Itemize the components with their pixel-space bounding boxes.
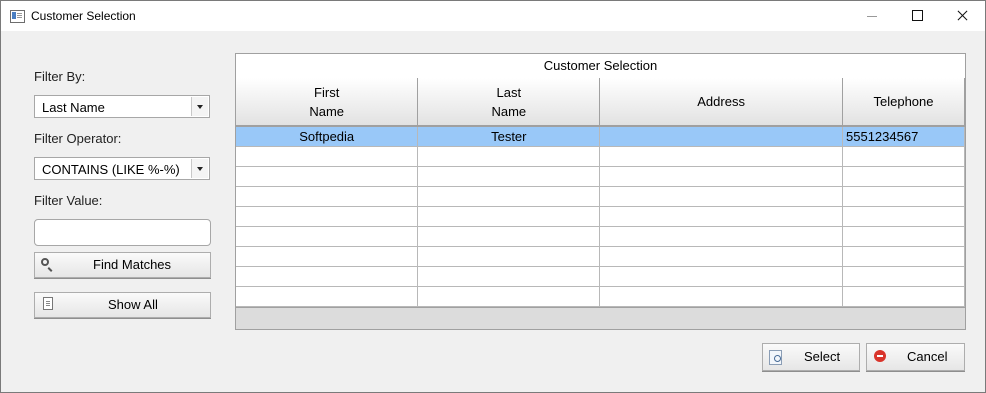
empty-cell [417,146,601,167]
find-matches-label: Find Matches [93,257,172,272]
show-all-button[interactable]: Show All [34,292,211,318]
first-name-header-line2: Name [309,103,345,119]
empty-cell [236,286,419,307]
column-header-address[interactable]: Address [599,78,844,127]
empty-row[interactable] [236,166,965,187]
last-name-header-line2: Name [491,103,527,119]
empty-cell [842,226,965,247]
table-row[interactable]: Softpedia Tester 5551234567 [236,126,965,147]
empty-cell [842,146,965,167]
empty-cell [842,206,965,227]
empty-cell [599,286,844,307]
filter-by-value: Last Name [42,100,105,115]
empty-row[interactable] [236,146,965,167]
cell-last-name: Tester [417,126,601,147]
customer-selection-window: Customer Selection Filter By: Last Name … [0,0,986,393]
cell-telephone: 5551234567 [842,126,965,147]
maximize-button[interactable] [894,1,940,31]
filter-value-label: Filter Value: [34,193,103,208]
empty-row[interactable] [236,286,965,307]
select-button[interactable]: Select [762,343,860,371]
first-name-header-line1: First [314,84,340,100]
empty-cell [236,166,419,187]
empty-cell [842,266,965,287]
empty-row[interactable] [236,246,965,267]
empty-cell [236,246,419,267]
customer-table: First Name Last Name Address Telephone S… [236,78,965,307]
filter-by-label: Filter By: [34,69,86,84]
grid-footer-bar [236,307,965,329]
empty-cell [417,266,601,287]
customer-grid: Customer Selection First Name Last Name … [235,53,966,330]
empty-cell [417,226,601,247]
select-label: Select [804,349,841,364]
chevron-down-icon[interactable] [191,97,208,116]
filter-operator-label: Filter Operator: [34,131,122,146]
empty-cell [236,226,419,247]
cancel-button[interactable]: Cancel [866,343,965,371]
empty-row[interactable] [236,206,965,227]
empty-cell [842,186,965,207]
cancel-icon [874,350,886,362]
minimize-button[interactable] [849,1,895,31]
empty-cell [842,246,965,267]
close-button[interactable] [940,1,986,31]
empty-cell [417,186,601,207]
filter-by-select[interactable]: Last Name [34,95,210,118]
empty-cell [417,166,601,187]
empty-row[interactable] [236,186,965,207]
empty-cell [599,146,844,167]
empty-cell [417,206,601,227]
cell-first-name: Softpedia [236,126,419,147]
empty-row[interactable] [236,266,965,287]
app-window-icon [10,10,25,23]
empty-cell [599,166,844,187]
select-record-icon [769,350,782,365]
column-header-last-name[interactable]: Last Name [417,78,601,127]
empty-cell [417,286,601,307]
show-all-label: Show All [108,297,158,312]
empty-cell [417,246,601,267]
last-name-header-line1: Last [496,84,522,100]
filter-operator-value: CONTAINS (LIKE %-%) [42,162,180,177]
cell-address [599,126,844,147]
empty-cell [236,206,419,227]
cancel-label: Cancel [907,349,948,364]
window-title: Customer Selection [31,9,136,23]
grid-title: Customer Selection [236,54,965,79]
empty-cell [599,266,844,287]
column-header-first-name[interactable]: First Name [236,78,419,127]
title-bar: Customer Selection [1,1,985,31]
empty-cell [599,226,844,247]
header-row: First Name Last Name Address Telephone [236,78,965,127]
empty-cell [599,246,844,267]
empty-row[interactable] [236,226,965,247]
chevron-down-icon[interactable] [191,159,208,178]
magnifier-icon [41,258,49,266]
find-matches-button[interactable]: Find Matches [34,252,211,278]
filter-operator-select[interactable]: CONTAINS (LIKE %-%) [34,157,210,180]
empty-cell [236,146,419,167]
empty-cell [599,186,844,207]
filter-value-input[interactable] [34,219,211,246]
empty-cell [236,186,419,207]
column-header-telephone[interactable]: Telephone [842,78,965,127]
empty-cell [842,286,965,307]
document-list-icon [41,297,53,313]
empty-cell [599,206,844,227]
empty-cell [842,166,965,187]
empty-cell [236,266,419,287]
